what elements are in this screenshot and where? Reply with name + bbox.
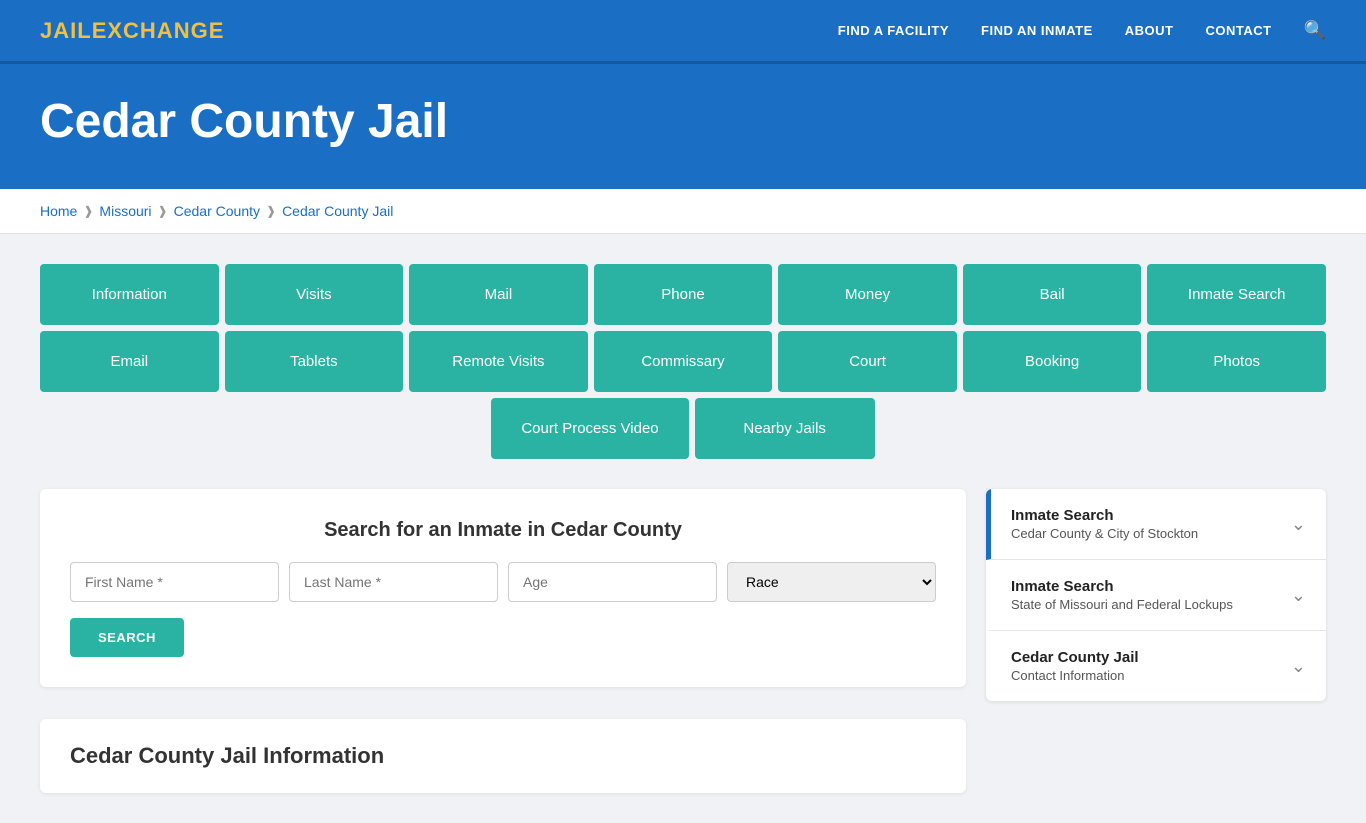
breadcrumb-missouri[interactable]: Missouri bbox=[99, 203, 151, 219]
last-name-input[interactable] bbox=[289, 562, 498, 602]
btn-inmate-search[interactable]: Inmate Search bbox=[1147, 264, 1326, 325]
sidebar-item-2-title: Cedar County Jail bbox=[1011, 649, 1139, 666]
nav-find-facility[interactable]: FIND A FACILITY bbox=[838, 23, 949, 38]
nav-contact[interactable]: CONTACT bbox=[1205, 23, 1271, 38]
btn-email[interactable]: Email bbox=[40, 331, 219, 392]
btn-court[interactable]: Court bbox=[778, 331, 957, 392]
sidebar-item-2[interactable]: Cedar County Jail Contact Information ⌄ bbox=[986, 631, 1326, 701]
chevron-down-icon-2: ⌄ bbox=[1291, 656, 1306, 677]
chevron-down-icon-0: ⌄ bbox=[1291, 514, 1306, 535]
page-title: Cedar County Jail bbox=[40, 94, 1326, 149]
sidebar-item-2-text: Cedar County Jail Contact Information bbox=[1011, 649, 1139, 683]
breadcrumb-sep-1: ❱ bbox=[83, 204, 93, 218]
btn-information[interactable]: Information bbox=[40, 264, 219, 325]
nav-about[interactable]: ABOUT bbox=[1125, 23, 1174, 38]
site-logo[interactable]: JAILEXCHANGE bbox=[40, 18, 224, 44]
nav-find-inmate[interactable]: FIND AN INMATE bbox=[981, 23, 1093, 38]
btn-photos[interactable]: Photos bbox=[1147, 331, 1326, 392]
first-name-input[interactable] bbox=[70, 562, 279, 602]
btn-booking[interactable]: Booking bbox=[963, 331, 1142, 392]
btn-money[interactable]: Money bbox=[778, 264, 957, 325]
breadcrumb-sep-3: ❱ bbox=[266, 204, 276, 218]
sidebar-item-0-subtitle: Cedar County & City of Stockton bbox=[1011, 526, 1198, 541]
breadcrumb-cedar-county[interactable]: Cedar County bbox=[174, 203, 260, 219]
left-column: Search for an Inmate in Cedar County Rac… bbox=[40, 489, 966, 793]
button-grid-row2: Email Tablets Remote Visits Commissary C… bbox=[40, 331, 1326, 392]
search-fields: Race White Black Hispanic Asian Other bbox=[70, 562, 936, 602]
content-row: Search for an Inmate in Cedar County Rac… bbox=[40, 489, 1326, 793]
breadcrumb-sep-2: ❱ bbox=[158, 204, 168, 218]
btn-remote-visits[interactable]: Remote Visits bbox=[409, 331, 588, 392]
search-panel: Search for an Inmate in Cedar County Rac… bbox=[40, 489, 966, 687]
breadcrumb-current: Cedar County Jail bbox=[282, 203, 393, 219]
btn-visits[interactable]: Visits bbox=[225, 264, 404, 325]
breadcrumb: Home ❱ Missouri ❱ Cedar County ❱ Cedar C… bbox=[40, 203, 1326, 219]
button-grid-row3: Court Process Video Nearby Jails bbox=[40, 398, 1326, 459]
navbar: JAILEXCHANGE FIND A FACILITY FIND AN INM… bbox=[0, 0, 1366, 64]
breadcrumb-home[interactable]: Home bbox=[40, 203, 77, 219]
sidebar-item-1-subtitle: State of Missouri and Federal Lockups bbox=[1011, 597, 1233, 612]
btn-mail[interactable]: Mail bbox=[409, 264, 588, 325]
sidebar-item-0-text: Inmate Search Cedar County & City of Sto… bbox=[1011, 507, 1198, 541]
button-grid-row1: Information Visits Mail Phone Money Bail… bbox=[40, 264, 1326, 325]
btn-tablets[interactable]: Tablets bbox=[225, 331, 404, 392]
chevron-down-icon-1: ⌄ bbox=[1291, 585, 1306, 606]
sidebar: Inmate Search Cedar County & City of Sto… bbox=[986, 489, 1326, 701]
race-select[interactable]: Race White Black Hispanic Asian Other bbox=[727, 562, 936, 602]
sidebar-item-2-subtitle: Contact Information bbox=[1011, 668, 1139, 683]
sidebar-item-1-text: Inmate Search State of Missouri and Fede… bbox=[1011, 578, 1233, 612]
breadcrumb-bar: Home ❱ Missouri ❱ Cedar County ❱ Cedar C… bbox=[0, 189, 1366, 234]
nav-menu: FIND A FACILITY FIND AN INMATE ABOUT CON… bbox=[838, 20, 1326, 41]
main-area: Information Visits Mail Phone Money Bail… bbox=[0, 234, 1366, 823]
search-button[interactable]: SEARCH bbox=[70, 618, 184, 657]
btn-commissary[interactable]: Commissary bbox=[594, 331, 773, 392]
btn-bail[interactable]: Bail bbox=[963, 264, 1142, 325]
sidebar-item-0-title: Inmate Search bbox=[1011, 507, 1198, 524]
search-title: Search for an Inmate in Cedar County bbox=[70, 519, 936, 542]
sidebar-item-1-title: Inmate Search bbox=[1011, 578, 1233, 595]
logo-jail: JAIL bbox=[40, 18, 92, 43]
search-icon[interactable]: 🔍 bbox=[1304, 20, 1326, 41]
info-title: Cedar County Jail Information bbox=[70, 743, 936, 769]
btn-phone[interactable]: Phone bbox=[594, 264, 773, 325]
info-section: Cedar County Jail Information bbox=[40, 719, 966, 793]
sidebar-item-1[interactable]: Inmate Search State of Missouri and Fede… bbox=[986, 560, 1326, 631]
logo-exchange: EXCHANGE bbox=[92, 18, 225, 43]
btn-court-process-video[interactable]: Court Process Video bbox=[491, 398, 688, 459]
hero-section: Cedar County Jail bbox=[0, 64, 1366, 189]
sidebar-item-0[interactable]: Inmate Search Cedar County & City of Sto… bbox=[986, 489, 1326, 560]
btn-nearby-jails[interactable]: Nearby Jails bbox=[695, 398, 875, 459]
age-input[interactable] bbox=[508, 562, 717, 602]
